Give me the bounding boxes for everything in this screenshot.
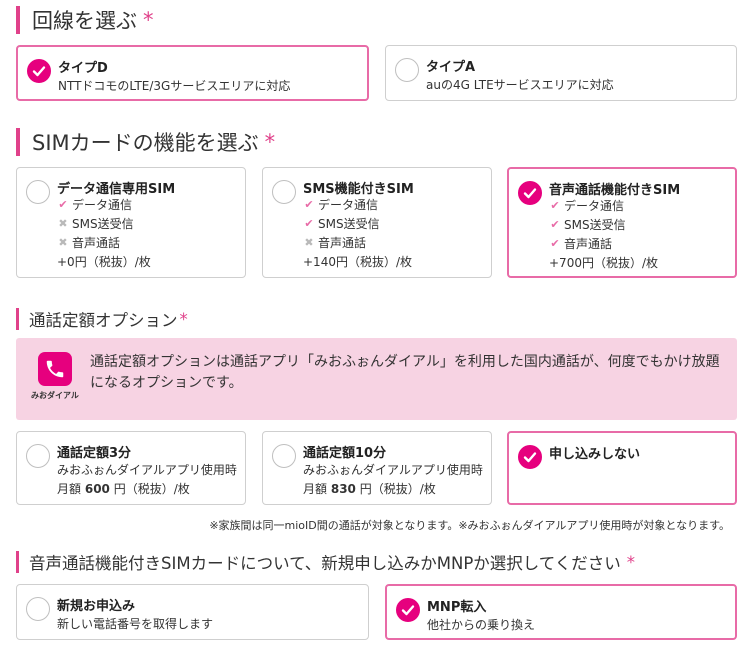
price-prefix: 月額 <box>303 482 328 496</box>
option-title: データ通信専用SIM <box>57 182 176 197</box>
radio-unselected[interactable] <box>272 180 296 204</box>
feature-label: データ通信 <box>72 198 133 212</box>
cross-mark-icon: ✖ <box>304 236 314 249</box>
app-name-label: みおダイアル <box>31 391 79 400</box>
call-option-description: 通話定額オプションは通話アプリ「みおふぉんダイアル」を利用した国内通話が、何度で… <box>90 354 720 391</box>
feature-voice: ✔ 音声通話 <box>549 235 612 252</box>
option-price: +700円（税抜）/枚 <box>549 256 659 270</box>
feature-sms: ✔ SMS送受信 <box>549 216 626 233</box>
option-title: タイプD <box>58 61 108 76</box>
line-section-heading: 回線を選ぶ * <box>16 6 154 34</box>
feature-label: SMS送受信 <box>564 218 626 232</box>
feature-label: SMS送受信 <box>318 217 380 231</box>
check-mark-icon: ✔ <box>58 198 68 211</box>
option-price: +140円（税抜）/枚 <box>303 255 413 269</box>
radio-selected[interactable] <box>518 445 542 469</box>
check-mark-icon: ✔ <box>550 237 560 250</box>
required-mark: * <box>179 309 188 329</box>
option-condition: みおふぉんダイアルアプリ使用時 <box>57 463 237 477</box>
call-section-heading: 通話定額オプション * <box>16 308 188 330</box>
required-mark: * <box>264 130 276 154</box>
call-option-3min[interactable]: 通話定額3分 みおふぉんダイアルアプリ使用時 月額 600 円（税抜）/枚 <box>16 431 246 505</box>
mnp-section-title: 音声通話機能付きSIMカードについて、新規申し込みかMNPか選択してください <box>29 554 621 573</box>
option-desc: NTTドコモのLTE/3Gサービスエリアに対応 <box>58 79 291 93</box>
required-mark: * <box>143 8 154 32</box>
required-mark: * <box>626 552 636 572</box>
phone-icon <box>38 352 72 386</box>
price-value: 600 <box>84 482 110 496</box>
cross-mark-icon: ✖ <box>58 236 68 249</box>
option-title: SMS機能付きSIM <box>303 182 414 197</box>
option-title: 通話定額10分 <box>303 446 387 461</box>
line-section-title: 回線を選ぶ <box>32 9 137 33</box>
radio-unselected[interactable] <box>395 58 419 82</box>
feature-label: 音声通話 <box>318 236 367 250</box>
check-mark-icon: ✔ <box>550 199 560 212</box>
radio-unselected[interactable] <box>26 444 50 468</box>
radio-unselected[interactable] <box>26 597 50 621</box>
option-desc: 他社からの乗り換え <box>427 618 536 632</box>
check-icon <box>523 188 537 199</box>
option-desc: auの4G LTEサービスエリアに対応 <box>426 78 614 92</box>
option-title: 申し込みしない <box>549 447 641 462</box>
feature-label: 音声通話 <box>72 236 121 250</box>
feature-label: データ通信 <box>564 199 625 213</box>
check-mark-icon: ✔ <box>304 198 314 211</box>
radio-unselected[interactable] <box>272 444 296 468</box>
line-option-type-d[interactable]: タイプD NTTドコモのLTE/3Gサービスエリアに対応 <box>16 45 369 101</box>
option-price: 月額 830 円（税抜）/枚 <box>303 480 436 497</box>
check-icon <box>32 66 46 77</box>
price-value: 830 <box>330 482 356 496</box>
option-title: タイプA <box>426 60 476 75</box>
feature-label: 音声通話 <box>564 237 613 251</box>
mnp-option-transfer[interactable]: MNP転入 他社からの乗り換え <box>385 584 737 640</box>
option-title: 音声通話機能付きSIM <box>549 183 681 198</box>
call-option-10min[interactable]: 通話定額10分 みおふぉんダイアルアプリ使用時 月額 830 円（税抜）/枚 <box>262 431 492 505</box>
radio-unselected[interactable] <box>26 180 50 204</box>
feature-label: データ通信 <box>318 198 379 212</box>
feature-sms: ✔ SMS送受信 <box>303 215 380 232</box>
sim-section-title: SIMカードの機能を選ぶ <box>32 131 259 155</box>
mnp-option-new[interactable]: 新規お申込み 新しい電話番号を取得します <box>16 584 369 640</box>
feature-data: ✔ データ通信 <box>57 196 132 213</box>
option-desc: 新しい電話番号を取得します <box>57 617 214 631</box>
call-option-none[interactable]: 申し込みしない <box>507 431 737 505</box>
sim-option-data-only[interactable]: データ通信専用SIM ✔ データ通信 ✖ SMS送受信 ✖ 音声通話 +0円（税抜）/… <box>16 167 246 278</box>
check-mark-icon: ✔ <box>550 218 560 231</box>
feature-label: SMS送受信 <box>72 217 134 231</box>
sim-option-voice[interactable]: 音声通話機能付きSIM ✔ データ通信 ✔ SMS送受信 ✔ 音声通話 +700円（税… <box>507 167 737 278</box>
radio-selected[interactable] <box>518 181 542 205</box>
sim-section-heading: SIMカードの機能を選ぶ * <box>16 128 275 156</box>
option-condition: みおふぉんダイアルアプリ使用時 <box>303 463 483 477</box>
mnp-section-heading: 音声通話機能付きSIMカードについて、新規申し込みかMNPか選択してください * <box>16 551 635 573</box>
feature-data: ✔ データ通信 <box>549 197 624 214</box>
price-prefix: 月額 <box>57 482 82 496</box>
sim-option-sms[interactable]: SMS機能付きSIM ✔ データ通信 ✔ SMS送受信 ✖ 音声通話 +140円（税抜… <box>262 167 492 278</box>
call-section-title: 通話定額オプション <box>29 311 178 330</box>
check-icon <box>523 452 537 463</box>
option-title: 通話定額3分 <box>57 446 132 461</box>
radio-selected[interactable] <box>396 598 420 622</box>
option-title: 新規お申込み <box>57 599 136 614</box>
check-mark-icon: ✔ <box>304 217 314 230</box>
check-icon <box>401 605 415 616</box>
call-option-info-box: みおダイアル 通話定額オプションは通話アプリ「みおふぉんダイアル」を利用した国内… <box>16 338 737 420</box>
line-option-type-a[interactable]: タイプA auの4G LTEサービスエリアに対応 <box>385 45 737 101</box>
price-suffix: 円（税抜）/枚 <box>359 482 436 496</box>
option-title: MNP転入 <box>427 600 487 615</box>
cross-mark-icon: ✖ <box>58 217 68 230</box>
feature-voice: ✖ 音声通話 <box>57 234 120 251</box>
feature-sms: ✖ SMS送受信 <box>57 215 134 232</box>
call-option-note: ※家族間は同一mioID間の通話が対象となります。※みおふぉんダイアルアプリ使用… <box>209 519 730 532</box>
feature-data: ✔ データ通信 <box>303 196 378 213</box>
feature-voice: ✖ 音声通話 <box>303 234 366 251</box>
option-price: 月額 600 円（税抜）/枚 <box>57 480 190 497</box>
radio-selected[interactable] <box>27 59 51 83</box>
option-price: +0円（税抜）/枚 <box>57 255 151 269</box>
price-suffix: 円（税抜）/枚 <box>113 482 190 496</box>
